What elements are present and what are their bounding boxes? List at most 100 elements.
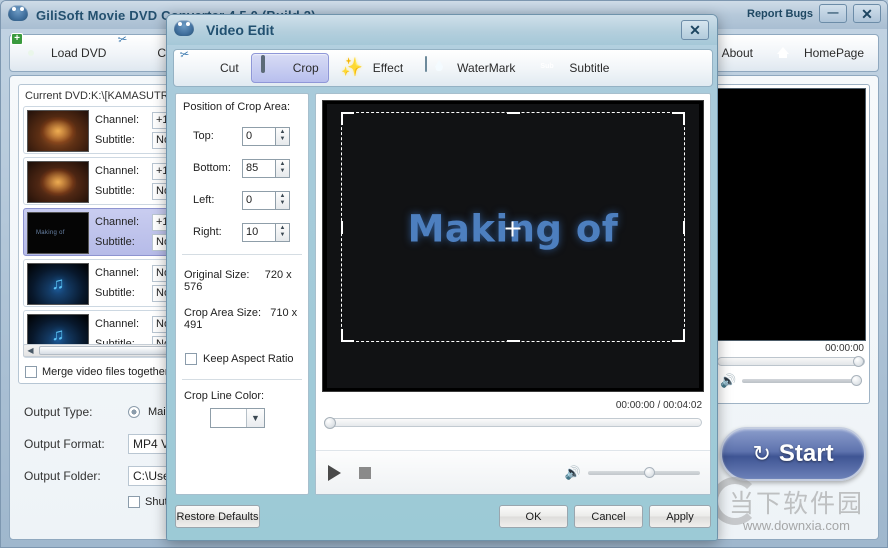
watermark-cn-text: 当下软件园 xyxy=(728,489,864,518)
tab-cut-label: Cut xyxy=(220,61,239,75)
preview-controls: 🔊 xyxy=(316,450,710,494)
merge-videos-row[interactable]: Merge video files together xyxy=(25,366,169,378)
video-canvas[interactable]: Making of xyxy=(322,100,704,392)
crop-left-arrows[interactable]: ▲ ▼ xyxy=(275,190,290,210)
keep-aspect-ratio-checkbox[interactable] xyxy=(185,353,197,365)
crop-area-size-label: Crop Area Size: xyxy=(184,307,262,319)
load-dvd-button[interactable]: + Load DVD xyxy=(10,33,116,69)
main-preview-volume[interactable]: 🔊 xyxy=(716,373,866,389)
channel-label: Channel: xyxy=(95,114,140,126)
restore-defaults-button[interactable]: Restore Defaults xyxy=(175,505,260,528)
tab-watermark[interactable]: WaterMark xyxy=(415,53,525,83)
minimize-button[interactable]: — xyxy=(819,4,847,23)
crop-top-arrows[interactable]: ▲ ▼ xyxy=(275,126,290,146)
crop-fields: Top: 0 ▲ ▼ Bottom: 85 ▲ ▼ Left: 0 ▲ ▼ Ri… xyxy=(176,113,308,248)
water-drop-icon xyxy=(425,56,451,79)
app-logo-icon xyxy=(174,20,196,40)
shutdown-checkbox[interactable] xyxy=(128,496,140,508)
chevron-down-icon[interactable]: ▼ xyxy=(246,409,264,427)
tab-watermark-label: WaterMark xyxy=(457,61,516,75)
play-icon[interactable] xyxy=(328,464,341,481)
output-type-radio[interactable] xyxy=(128,406,140,418)
crop-left-input[interactable]: 0 xyxy=(242,190,275,210)
preview-seek-knob[interactable] xyxy=(324,417,336,429)
crop-handle-left-mid[interactable] xyxy=(341,221,343,234)
thumbnail: ♫ xyxy=(27,263,89,305)
crop-left-label: Left: xyxy=(193,194,215,206)
crop-right-label: Right: xyxy=(193,226,222,238)
video-frame: Making of xyxy=(327,104,699,388)
preview-volume-slider[interactable] xyxy=(588,466,700,478)
thumbnail xyxy=(27,161,89,203)
scroll-left-icon[interactable]: ◀ xyxy=(24,346,37,355)
tab-crop[interactable]: Crop xyxy=(250,53,329,83)
app-root: GiliSoft Movie DVD Converter 4.5.0 (Buil… xyxy=(0,0,888,548)
watermark-circle-icon xyxy=(710,477,759,525)
crop-bottom-input[interactable]: 85 xyxy=(242,158,275,178)
tab-subtitle[interactable]: Sub Subtitle xyxy=(527,53,619,83)
crop-handle-bottom-mid[interactable] xyxy=(507,340,520,342)
speaker-icon[interactable]: 🔊 xyxy=(720,373,736,389)
dialog-close-button[interactable]: ✕ xyxy=(681,20,709,40)
output-type-label: Output Type: xyxy=(24,405,93,419)
apply-button[interactable]: Apply xyxy=(649,505,711,528)
close-button[interactable]: ✕ xyxy=(853,4,881,23)
crosshair-cursor-icon xyxy=(505,221,521,237)
main-preview-video[interactable] xyxy=(716,88,866,341)
app-logo-icon xyxy=(8,5,30,25)
crop-right-arrows[interactable]: ▲ ▼ xyxy=(275,222,290,242)
load-dvd-label: Load DVD xyxy=(51,46,107,60)
preview-volume-knob[interactable] xyxy=(644,466,655,478)
output-format-label: Output Format: xyxy=(24,437,105,451)
site-watermark: 当下软件园 www.downxia.com xyxy=(710,477,864,533)
start-button[interactable]: ↻ Start xyxy=(720,427,866,481)
crop-handle-right-mid[interactable] xyxy=(683,221,685,234)
channel-label: Channel: xyxy=(95,165,140,177)
ok-button[interactable]: OK xyxy=(499,505,568,528)
crop-right-input[interactable]: 10 xyxy=(242,222,275,242)
crop-handle-br-v[interactable] xyxy=(683,329,685,342)
crop-handle-tl-v[interactable] xyxy=(341,112,343,125)
sparkle-star-icon: ✨ xyxy=(340,57,364,77)
tab-cut[interactable]: ✂ Cut xyxy=(178,48,249,83)
crop-handle-tr-v[interactable] xyxy=(683,112,685,125)
stop-icon[interactable] xyxy=(359,466,371,479)
home-icon xyxy=(773,42,799,64)
tab-effect[interactable]: ✨ Effect xyxy=(331,53,413,83)
channel-label: Channel: xyxy=(95,318,140,330)
homepage-button[interactable]: HomePage xyxy=(763,37,874,69)
thumbnail-caption: Making of xyxy=(36,230,65,236)
crop-handle-top-mid[interactable] xyxy=(507,112,520,114)
volume-knob[interactable] xyxy=(851,375,862,386)
start-label: Start xyxy=(778,440,834,467)
subtitle-label: Subtitle: xyxy=(95,287,135,299)
volume-slider[interactable] xyxy=(742,375,862,386)
chevron-down-icon: ▼ xyxy=(279,200,286,206)
dialog-title: Video Edit xyxy=(206,22,275,38)
crop-right-stepper[interactable]: 10 ▲ ▼ xyxy=(242,222,290,242)
thumbnail: Making of xyxy=(27,212,89,254)
chevron-down-icon: ▼ xyxy=(279,232,286,238)
crop-bottom-arrows[interactable]: ▲ ▼ xyxy=(275,158,290,178)
speaker-icon[interactable]: 🔊 xyxy=(565,465,581,481)
main-preview-panel: 00:00:00 🔊 xyxy=(712,84,870,404)
crop-top-stepper[interactable]: 0 ▲ ▼ xyxy=(242,126,290,146)
crop-bottom-stepper[interactable]: 85 ▲ ▼ xyxy=(242,158,290,178)
preview-volume-group[interactable]: 🔊 xyxy=(565,465,700,481)
keep-aspect-ratio-row[interactable]: Keep Aspect Ratio xyxy=(176,331,308,365)
dialog-titlebar: Video Edit ✕ xyxy=(167,15,717,45)
crop-settings-panel: Position of Crop Area: Top: 0 ▲ ▼ Bottom:… xyxy=(175,93,309,495)
merge-videos-checkbox[interactable] xyxy=(25,366,37,378)
seek-knob[interactable] xyxy=(853,356,864,367)
crop-top-input[interactable]: 0 xyxy=(242,126,275,146)
video-edit-dialog: Video Edit ✕ ✂ Cut Crop ✨ Effect WaterMa… xyxy=(166,14,718,541)
crop-frame-icon xyxy=(260,55,287,79)
report-bugs-link[interactable]: Report Bugs xyxy=(747,8,813,20)
crop-left-stepper[interactable]: 0 ▲ ▼ xyxy=(242,190,290,210)
main-preview-seekbar[interactable] xyxy=(717,356,865,367)
crop-top-row: Top: 0 ▲ ▼ xyxy=(184,120,300,152)
preview-seekbar[interactable] xyxy=(324,417,702,429)
crop-handle-bl-v[interactable] xyxy=(341,329,343,342)
crop-line-color-select[interactable]: ▼ xyxy=(210,408,265,428)
cancel-button[interactable]: Cancel xyxy=(574,505,643,528)
